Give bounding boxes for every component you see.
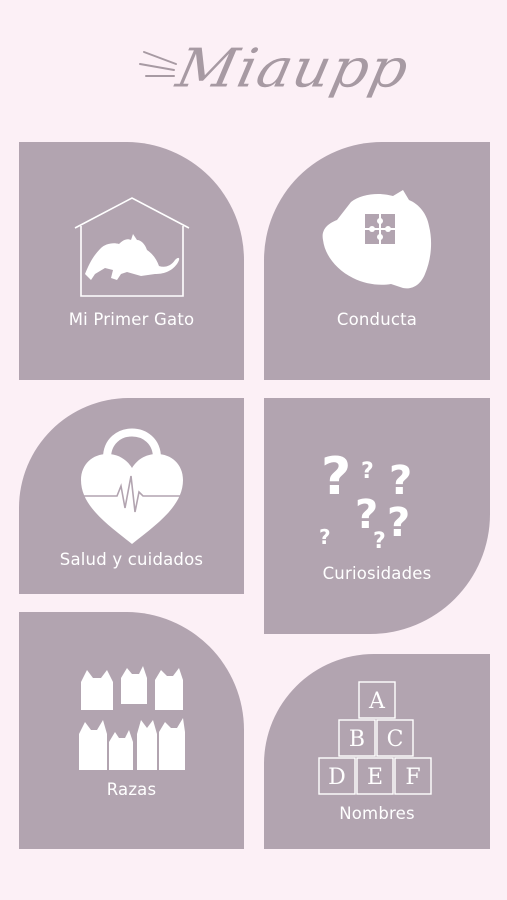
tile-label: Curiosidades bbox=[322, 564, 432, 583]
tile-mi-primer-gato[interactable]: Mi Primer Gato bbox=[19, 142, 244, 380]
app-logo: Miaupp bbox=[138, 30, 415, 120]
tile-razas[interactable]: Razas bbox=[19, 612, 244, 849]
heart-lock-heartbeat-icon bbox=[78, 428, 185, 544]
tile-nombres[interactable]: A B C D E F Nombres bbox=[264, 654, 490, 849]
svg-text:?: ? bbox=[373, 529, 386, 554]
tile-salud-y-cuidados[interactable]: Salud y cuidados bbox=[19, 398, 244, 594]
tile-label: Mi Primer Gato bbox=[68, 310, 195, 329]
tile-curiosidades[interactable]: ? ? ? ? ? ? ? Curiosidades bbox=[264, 398, 490, 634]
tile-label: Razas bbox=[106, 780, 157, 799]
block-letter-c: C bbox=[387, 727, 404, 752]
block-letter-a: A bbox=[368, 689, 386, 714]
svg-text:?: ? bbox=[319, 525, 331, 549]
house-cat-icon bbox=[74, 197, 189, 297]
cats-silhouettes-icon bbox=[78, 666, 185, 770]
block-letter-f: F bbox=[405, 765, 420, 790]
svg-text:?: ? bbox=[389, 458, 412, 504]
block-letter-b: B bbox=[349, 727, 365, 752]
svg-text:?: ? bbox=[387, 500, 410, 546]
tile-label: Salud y cuidados bbox=[59, 550, 204, 569]
logo-text: Miaupp bbox=[171, 36, 415, 100]
tile-label: Conducta bbox=[336, 310, 418, 329]
block-letter-e: E bbox=[367, 765, 383, 790]
letter-blocks-icon: A B C D E F bbox=[318, 681, 432, 795]
tile-label: Nombres bbox=[339, 804, 415, 823]
block-letter-d: D bbox=[328, 765, 346, 790]
svg-text:?: ? bbox=[361, 459, 374, 484]
tile-conducta[interactable]: Conducta bbox=[264, 142, 490, 380]
svg-text:?: ? bbox=[321, 448, 351, 507]
cat-head-puzzle-icon bbox=[322, 190, 432, 289]
question-marks-icon: ? ? ? ? ? ? ? bbox=[319, 448, 412, 554]
